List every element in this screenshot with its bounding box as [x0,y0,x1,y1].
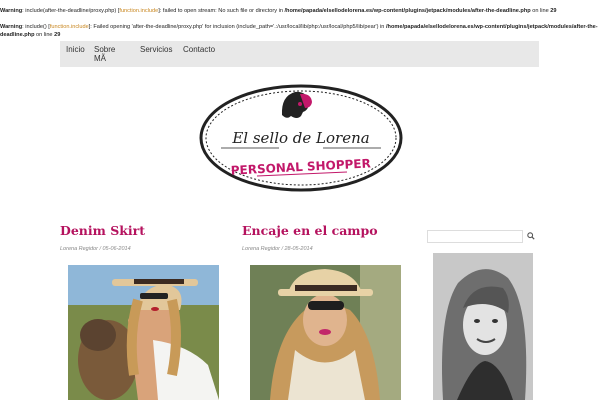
function-include-link[interactable]: function.include [119,8,158,14]
nav-item-contacto[interactable]: Contacto [183,45,215,54]
warning-label: Warning [0,24,23,30]
post-image-encaje-en-el-campo[interactable] [250,265,401,400]
post-meta: Lorena Regidor / 28-05-2014 [242,246,313,252]
nav-item-inicio[interactable]: Inicio [66,45,85,54]
search-input[interactable] [427,230,523,243]
sidebar-profile-photo [433,253,533,400]
nav-item-servicios[interactable]: Servicios [140,45,172,54]
function-include-link[interactable]: function.include [50,24,89,30]
nav-item-sobre-mi[interactable]: Sobre MÃ [94,45,120,63]
php-warning-1: Warning: include(after-the-deadline/prox… [0,8,557,14]
post-title-denim-skirt[interactable]: Denim Skirt [60,223,145,238]
main-navigation: Inicio Sobre MÃ Servicios Contacto [60,41,539,67]
php-warning-2: Warning: include() [function.include]: F… [0,24,598,38]
post-title-encaje-en-el-campo[interactable]: Encaje en el campo [242,223,378,238]
warning-label: Warning [0,8,23,14]
post-image-denim-skirt[interactable] [68,265,219,400]
post-meta: Lorena Regidor / 05-06-2014 [60,246,131,252]
site-logo[interactable]: El sello de Lorena PERSONAL SHOPPER [197,80,405,198]
search-icon[interactable] [527,232,535,240]
logo-script-text: El sello de Lorena [231,129,369,147]
